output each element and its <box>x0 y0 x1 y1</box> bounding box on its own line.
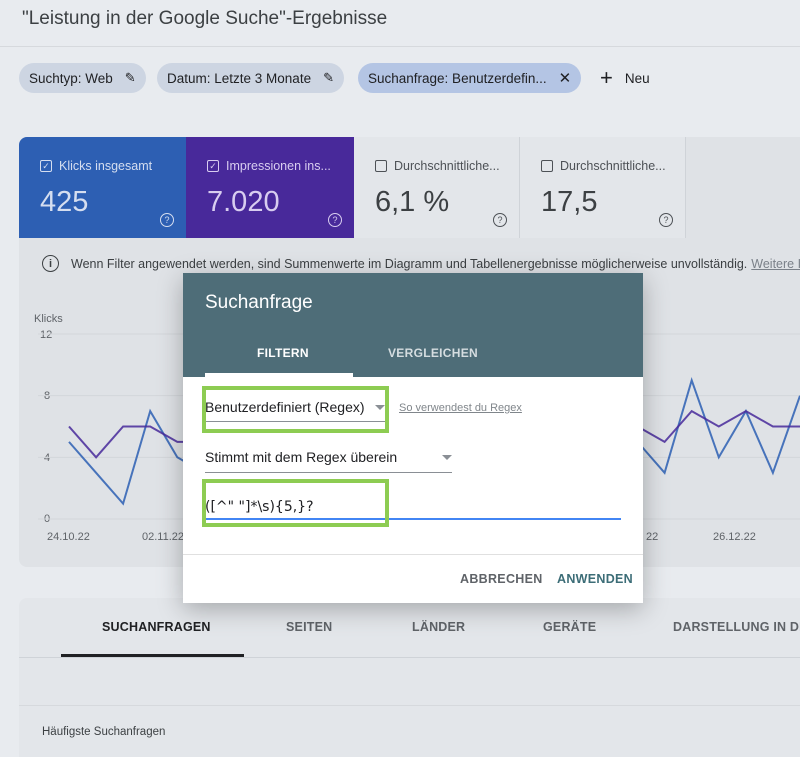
tab-devices[interactable]: GERÄTE <box>543 620 596 634</box>
top-queries-label: Häufigste Suchanfragen <box>42 726 166 738</box>
dialog-header: Suchanfrage FILTERN VERGLEICHEN <box>183 273 643 377</box>
tabs-divider <box>19 657 800 658</box>
highlight-box <box>202 386 389 433</box>
tab-countries[interactable]: LÄNDER <box>412 620 465 634</box>
dialog-title: Suchanfrage <box>205 292 313 313</box>
cancel-button[interactable]: ABBRECHEN <box>460 572 543 586</box>
table-toolbar-divider <box>19 705 800 706</box>
dialog-footer-divider <box>183 554 643 555</box>
tab-compare[interactable]: VERGLEICHEN <box>388 346 478 360</box>
dropdown-arrow-icon <box>442 454 452 460</box>
regex-help-link[interactable]: So verwendest du Regex <box>399 402 522 414</box>
highlight-box <box>202 479 389 527</box>
query-filter-dialog: Suchanfrage FILTERN VERGLEICHEN Benutzer… <box>183 273 643 603</box>
tab-pages[interactable]: SEITEN <box>286 620 332 634</box>
operator-select[interactable]: Stimmt mit dem Regex überein <box>205 449 452 465</box>
tab-search-appearance[interactable]: DARSTELLUNG IN DEN <box>673 620 800 634</box>
selected-tab-indicator <box>205 373 353 377</box>
tab-queries[interactable]: SUCHANFRAGEN <box>102 620 211 634</box>
apply-button[interactable]: ANWENDEN <box>557 572 633 586</box>
tab-filter[interactable]: FILTERN <box>257 346 309 360</box>
operator-value: Stimmt mit dem Regex überein <box>205 449 398 465</box>
select-underline <box>205 472 452 473</box>
